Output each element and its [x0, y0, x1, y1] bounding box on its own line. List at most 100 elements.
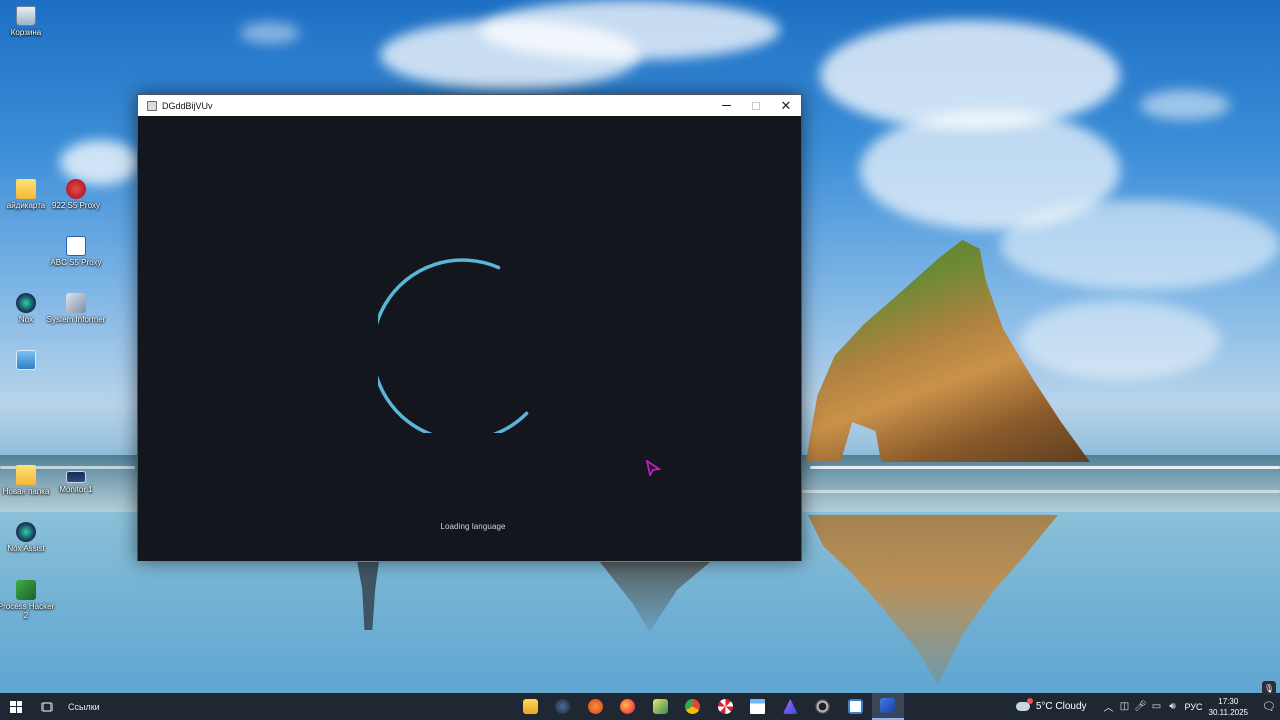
abc-proxy-icon	[66, 236, 86, 256]
desktop-icon-process-hacker[interactable]: Process Hacker 2	[0, 580, 56, 620]
desktop-icon-label: айдикарта	[6, 201, 46, 210]
cloud	[1000, 200, 1280, 290]
cloud	[1020, 300, 1220, 380]
chrome-icon	[685, 699, 701, 714]
chevron-up-icon: ︿	[1103, 703, 1114, 714]
network-tray-button[interactable]: ▭	[1149, 693, 1165, 720]
minimize-button[interactable]	[711, 95, 741, 116]
mouse-cursor-icon	[645, 460, 661, 476]
taskbar-app-orange[interactable]	[579, 693, 612, 720]
system-informer-icon	[66, 293, 86, 313]
taskbar-app-steam[interactable]	[547, 693, 580, 720]
recording-mic-indicator: 🎙︎	[1262, 681, 1276, 695]
minimize-icon	[721, 105, 731, 106]
action-center-button[interactable]: 🗨︎	[1258, 693, 1280, 720]
desktop-icon-label: Nox Assist	[7, 544, 45, 553]
taskbar-app-terminal[interactable]	[871, 693, 904, 720]
taskbar: Ссылки 5°C Cloudy ︿ ◫ 🎤︎ ▭ 🔊︎ РУС 17:30 …	[0, 693, 1280, 720]
notepad-icon	[847, 699, 863, 714]
cloud	[1140, 90, 1230, 120]
close-button[interactable]: ✕	[771, 95, 801, 116]
app-orange-icon	[587, 699, 603, 714]
spinner-arc	[378, 258, 529, 433]
desktop-icon-system-informer[interactable]: System Informer	[46, 293, 106, 324]
notification-icon: 🗨︎	[1262, 701, 1276, 713]
taskbar-app-badge[interactable]	[774, 693, 807, 720]
922-proxy-icon	[66, 179, 86, 199]
start-button[interactable]	[0, 693, 32, 720]
volume-tray-button[interactable]: 🔊︎	[1165, 693, 1181, 720]
weather-text: 5°C Cloudy	[1035, 701, 1087, 712]
desktop-icon-screenshot[interactable]	[0, 350, 56, 372]
system-tray: 5°C Cloudy ︿ ◫ 🎤︎ ▭ 🔊︎ РУС 17:30 30.11.2…	[1015, 693, 1280, 720]
taskbar-app-archive[interactable]	[644, 693, 677, 720]
app-badge-icon	[782, 699, 798, 714]
microphone-icon: 🎙︎	[1263, 683, 1275, 693]
recycle-bin-icon	[16, 6, 36, 26]
show-hidden-icons-button[interactable]: ︿	[1101, 693, 1117, 720]
desktop-icon-nox-assist[interactable]: Nox Assist	[0, 522, 56, 553]
weather-widget[interactable]: 5°C Cloudy	[1015, 698, 1087, 712]
clock-time: 17:30	[1218, 696, 1239, 706]
loading-status-text: Loading language	[440, 522, 506, 531]
tray-app-icon[interactable]: ◫	[1117, 693, 1133, 720]
desktop-icon-label: 922 S5 Proxy	[51, 201, 101, 210]
links-toolbar-label[interactable]: Ссылки	[68, 702, 100, 712]
window-title: DGddBijVUv	[162, 100, 213, 111]
desktop-icon-922-proxy[interactable]: 922 S5 Proxy	[46, 179, 106, 210]
taskbar-app-firefox[interactable]	[612, 693, 645, 720]
desktop-icon-label: Process Hacker 2	[0, 602, 55, 620]
desktop-icon-label: Новая папка	[2, 487, 50, 496]
tray-app-icon: ◫	[1119, 701, 1130, 712]
taskbar-clock[interactable]: 17:30 30.11.2025	[1209, 696, 1248, 718]
window-titlebar[interactable]: DGddBijVUv ✕	[138, 95, 801, 116]
taskbar-app-chrome[interactable]	[677, 693, 710, 720]
cloud	[240, 22, 300, 44]
taskbar-app-window[interactable]	[742, 693, 775, 720]
desktop-icon-label: System Informer	[46, 315, 106, 324]
app-window-icon	[147, 100, 157, 111]
desktop-icon-abc-proxy[interactable]: ABC S5 Proxy	[46, 236, 106, 267]
taskbar-app-umbrella[interactable]	[709, 693, 742, 720]
steam-icon	[555, 699, 571, 714]
desktop-icon-label: Nox	[18, 315, 34, 324]
microphone-icon: 🎤︎	[1134, 701, 1147, 712]
folder-icon	[16, 465, 36, 485]
desktop-icon-label: Monitor 1	[59, 485, 93, 494]
window-controls: ✕	[711, 95, 801, 116]
process-hacker-icon	[16, 580, 36, 600]
close-icon: ✕	[780, 97, 792, 113]
nox-icon	[16, 293, 36, 313]
wave	[800, 490, 1280, 493]
desktop-icon-label: ABC S5 Proxy	[50, 258, 102, 267]
weather-cloud-icon	[1015, 698, 1033, 711]
taskbar-app-file-explorer[interactable]	[514, 693, 547, 720]
window-app-icon	[750, 699, 766, 714]
nox-assist-icon	[16, 522, 36, 542]
maximize-button[interactable]	[741, 95, 771, 116]
record-icon	[815, 699, 831, 714]
taskbar-app-record[interactable]	[807, 693, 840, 720]
task-view-icon	[41, 702, 53, 711]
input-language-indicator[interactable]: РУС	[1185, 702, 1203, 712]
folder-icon	[16, 179, 36, 199]
network-icon: ▭	[1151, 701, 1162, 712]
window-client-area: Loading language	[138, 116, 801, 561]
terminal-icon	[880, 698, 896, 713]
umbrella-icon	[717, 699, 733, 714]
desktop-icon-monitor[interactable]: Monitor 1	[46, 465, 106, 494]
cloud	[480, 0, 780, 60]
microphone-tray-button[interactable]: 🎤︎	[1133, 693, 1149, 720]
taskbar-pinned-apps	[514, 693, 904, 720]
firefox-icon	[620, 699, 636, 714]
app-window: DGddBijVUv ✕ Loading language	[137, 94, 802, 561]
taskbar-app-notepad[interactable]	[839, 693, 872, 720]
desktop-icon-recycle-bin[interactable]: Корзина	[0, 6, 56, 37]
archive-icon	[652, 699, 668, 714]
windows-logo-icon	[10, 700, 22, 713]
volume-icon: 🔊︎	[1169, 701, 1176, 712]
monitor-icon	[66, 471, 86, 483]
task-view-button[interactable]	[32, 693, 62, 720]
maximize-icon	[752, 101, 760, 110]
file-explorer-icon	[522, 699, 538, 714]
